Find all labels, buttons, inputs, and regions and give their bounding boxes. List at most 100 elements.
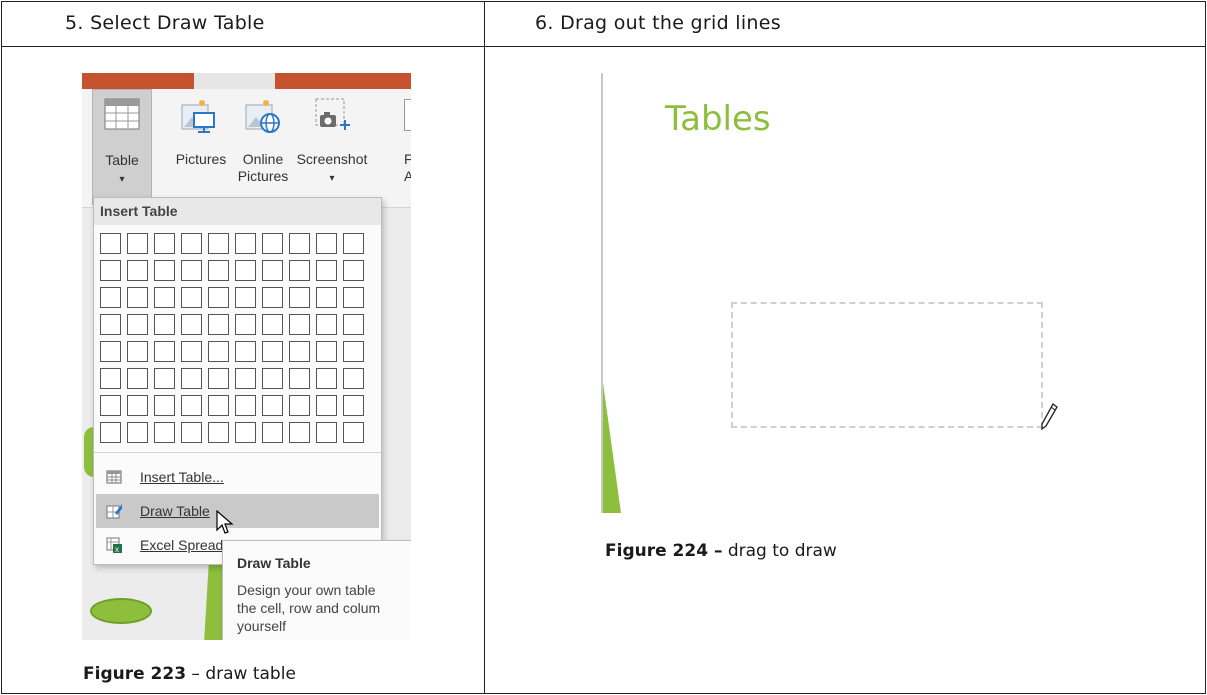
grid-cell[interactable] [289, 260, 310, 281]
pictures-button[interactable]: Pictures [170, 89, 232, 205]
grid-cell[interactable] [127, 395, 148, 416]
grid-cell[interactable] [154, 233, 175, 254]
pencil-cursor-icon [1041, 403, 1058, 431]
table-row-divider [2, 46, 1205, 47]
table-draw-outline[interactable] [731, 302, 1043, 428]
grid-cell[interactable] [262, 341, 283, 362]
grid-cell[interactable] [343, 368, 364, 389]
grid-cell[interactable] [100, 422, 121, 443]
table-size-grid[interactable] [100, 233, 364, 443]
grid-cell[interactable] [343, 422, 364, 443]
grid-cell[interactable] [154, 260, 175, 281]
grid-cell[interactable] [208, 287, 229, 308]
grid-cell[interactable] [343, 287, 364, 308]
screenshot-button[interactable]: Screenshot ▾ [292, 89, 372, 205]
grid-cell[interactable] [154, 287, 175, 308]
grid-cell[interactable] [208, 233, 229, 254]
grid-cell[interactable] [262, 260, 283, 281]
grid-cell[interactable] [127, 314, 148, 335]
grid-cell[interactable] [316, 368, 337, 389]
grid-cell[interactable] [262, 233, 283, 254]
grid-cell[interactable] [343, 314, 364, 335]
grid-cell[interactable] [181, 233, 202, 254]
grid-cell[interactable] [262, 368, 283, 389]
grid-cell[interactable] [316, 287, 337, 308]
draw-table-label: Draw Table [140, 503, 210, 519]
grid-cell[interactable] [181, 395, 202, 416]
grid-cell[interactable] [316, 314, 337, 335]
online-pictures-label-2: Pictures [237, 168, 289, 184]
grid-cell[interactable] [127, 233, 148, 254]
grid-cell[interactable] [208, 260, 229, 281]
grid-cell[interactable] [235, 287, 256, 308]
insert-ribbon: Table ▾ Pictures Online Pictures Screens… [82, 89, 411, 208]
grid-cell[interactable] [289, 287, 310, 308]
grid-cell[interactable] [262, 314, 283, 335]
table-button[interactable]: Table ▾ [92, 89, 152, 205]
grid-cell[interactable] [127, 422, 148, 443]
grid-cell[interactable] [235, 260, 256, 281]
grid-cell[interactable] [262, 395, 283, 416]
grid-cell[interactable] [100, 368, 121, 389]
grid-cell[interactable] [343, 233, 364, 254]
grid-cell[interactable] [235, 395, 256, 416]
grid-cell[interactable] [208, 395, 229, 416]
grid-cell[interactable] [181, 260, 202, 281]
grid-cell[interactable] [235, 341, 256, 362]
grid-cell[interactable] [181, 287, 202, 308]
grid-cell[interactable] [289, 233, 310, 254]
grid-cell[interactable] [343, 260, 364, 281]
grid-cell[interactable] [208, 422, 229, 443]
grid-cell[interactable] [316, 341, 337, 362]
grid-cell[interactable] [100, 287, 121, 308]
grid-cell[interactable] [316, 395, 337, 416]
grid-cell[interactable] [100, 260, 121, 281]
grid-cell[interactable] [316, 422, 337, 443]
grid-cell[interactable] [262, 287, 283, 308]
grid-cell[interactable] [127, 368, 148, 389]
menu-title: Insert Table [94, 198, 381, 225]
grid-cell[interactable] [100, 395, 121, 416]
cut-off-ribbon-button[interactable]: F A [400, 89, 411, 205]
step-6-heading: 6. Drag out the grid lines [535, 12, 781, 34]
grid-cell[interactable] [181, 422, 202, 443]
grid-cell[interactable] [154, 368, 175, 389]
grid-cell[interactable] [235, 233, 256, 254]
tooltip-line: Design your own table [237, 582, 376, 598]
green-wedge-shape [603, 383, 621, 513]
grid-cell[interactable] [181, 368, 202, 389]
grid-cell[interactable] [316, 260, 337, 281]
grid-cell[interactable] [235, 314, 256, 335]
grid-cell[interactable] [289, 341, 310, 362]
grid-cell[interactable] [343, 395, 364, 416]
grid-cell[interactable] [154, 395, 175, 416]
grid-cell[interactable] [127, 341, 148, 362]
grid-cell[interactable] [316, 233, 337, 254]
grid-cell[interactable] [235, 422, 256, 443]
grid-cell[interactable] [208, 368, 229, 389]
grid-cell[interactable] [100, 233, 121, 254]
grid-cell[interactable] [289, 368, 310, 389]
grid-cell[interactable] [100, 341, 121, 362]
grid-cell[interactable] [181, 341, 202, 362]
grid-cell[interactable] [127, 287, 148, 308]
grid-cell[interactable] [154, 341, 175, 362]
grid-cell[interactable] [127, 260, 148, 281]
grid-cell[interactable] [289, 395, 310, 416]
pictures-icon [181, 100, 215, 133]
grid-cell[interactable] [289, 314, 310, 335]
grid-cell[interactable] [208, 314, 229, 335]
grid-cell[interactable] [208, 341, 229, 362]
grid-cell[interactable] [154, 422, 175, 443]
chevron-down-icon: ▾ [329, 173, 335, 184]
grid-cell[interactable] [181, 314, 202, 335]
grid-cell[interactable] [100, 314, 121, 335]
grid-cell[interactable] [289, 422, 310, 443]
draw-table-menu-item[interactable]: Draw Table [96, 494, 379, 528]
grid-cell[interactable] [262, 422, 283, 443]
grid-cell[interactable] [235, 368, 256, 389]
insert-table-menu-item[interactable]: Insert Table... [96, 460, 379, 494]
grid-cell[interactable] [154, 314, 175, 335]
online-pictures-button[interactable]: Online Pictures [232, 89, 294, 205]
grid-cell[interactable] [343, 341, 364, 362]
